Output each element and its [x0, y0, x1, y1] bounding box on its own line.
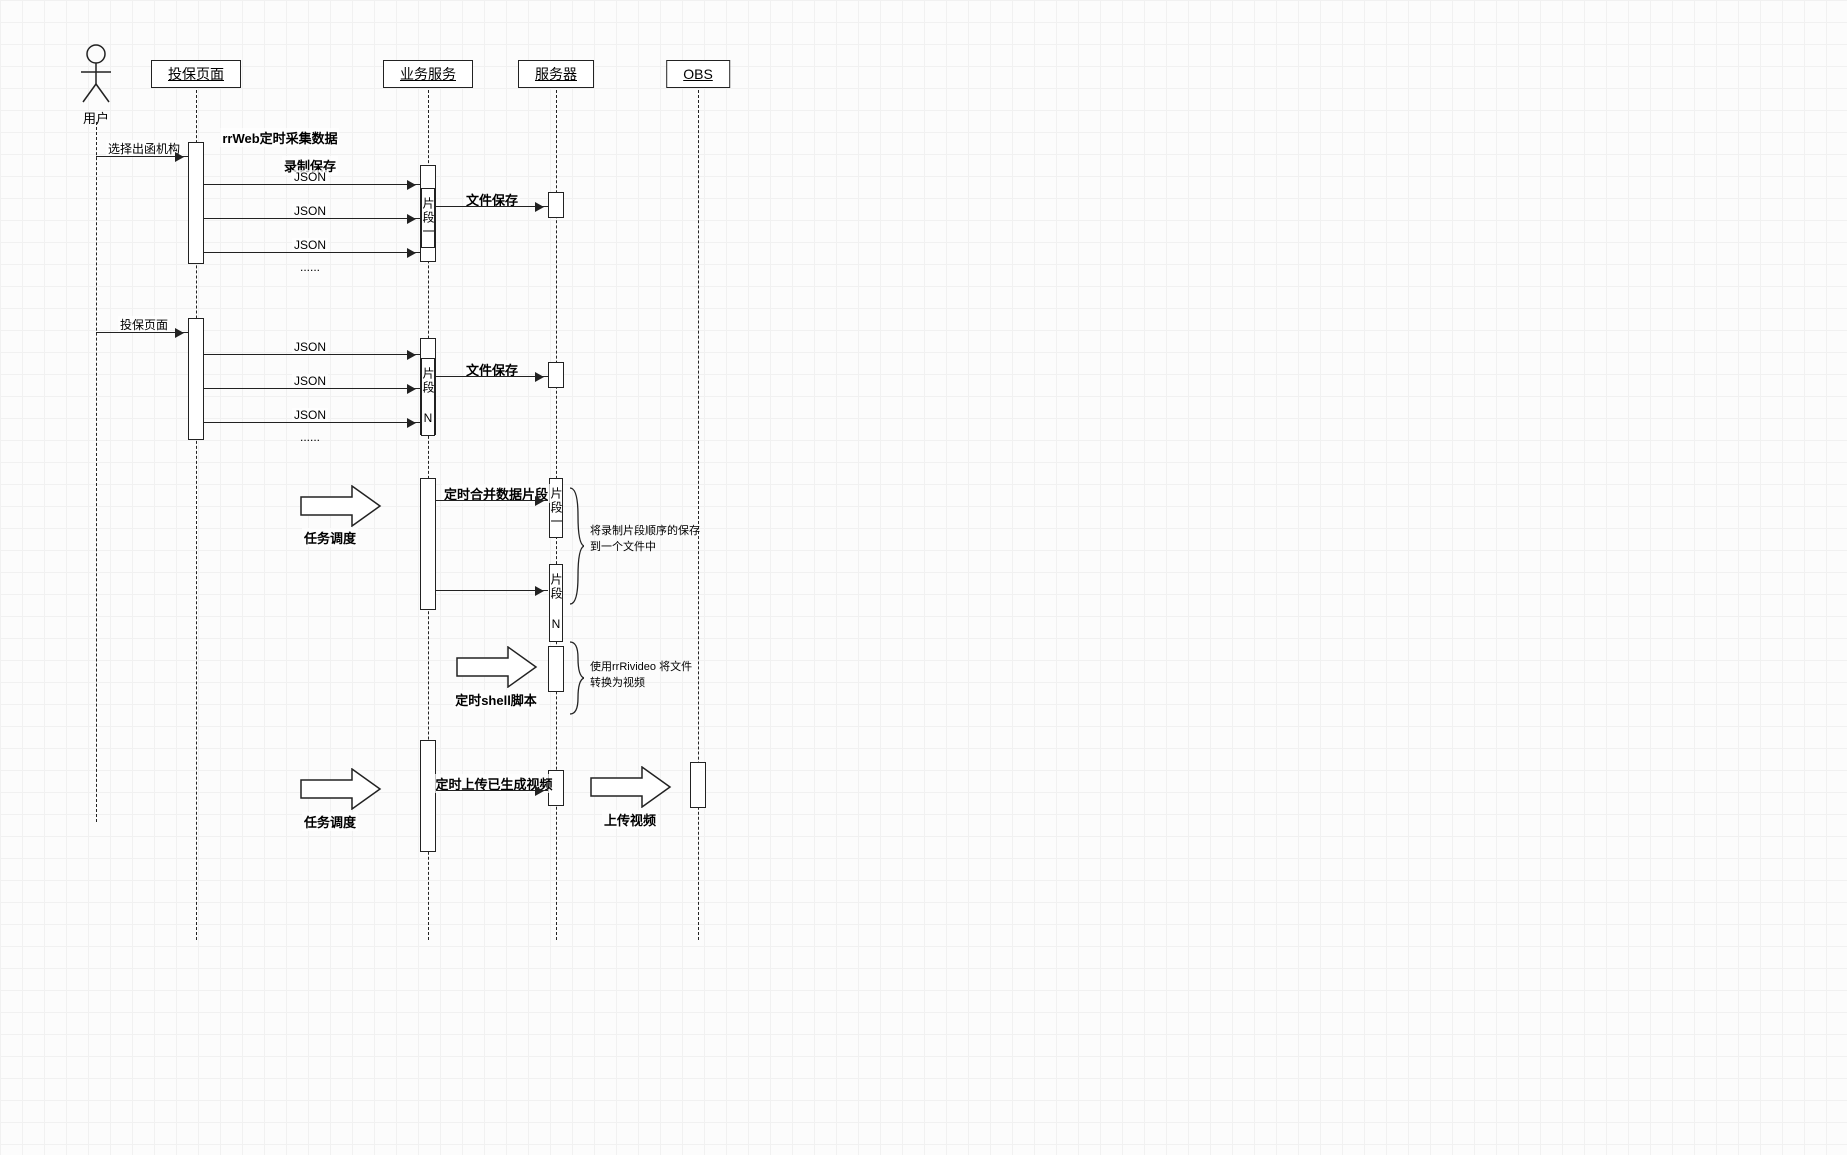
arrow-merge-2: [436, 590, 548, 591]
big-arrow-shell: [456, 646, 538, 693]
arrow-json-2a: [204, 354, 420, 355]
arrow-merge-1: [436, 500, 548, 501]
label-task-2: 任务调度: [302, 812, 358, 831]
label-json-2c: JSON: [292, 408, 328, 422]
label-task-1: 任务调度: [302, 528, 358, 547]
label-json-2a: JSON: [292, 340, 328, 354]
sequence-diagram: 用户 投保页面 业务服务 服务器 OBS rrWeb定时采集数据 选择出函机构 …: [0, 0, 1847, 1155]
label-json-1b: JSON: [292, 204, 328, 218]
arrow-json-1a: [204, 184, 420, 185]
act-service-3: [420, 478, 436, 610]
label-select-org: 选择出函机构: [106, 140, 182, 157]
label-shell: 定时shell脚本: [453, 690, 539, 709]
arrow-insure-page: [96, 332, 188, 333]
arrow-json-2b: [204, 388, 420, 389]
big-arrow-upload: [590, 766, 672, 813]
lane-service: 业务服务: [383, 60, 473, 88]
block-arrow-icon: [590, 766, 672, 808]
note-video: 使用rrRivideo 将文件转换为视频: [590, 658, 700, 690]
block-arrow-icon: [300, 485, 382, 527]
person-icon: [79, 44, 113, 104]
label-upload-video: 上传视频: [602, 810, 658, 829]
arrow-file-save-1: [436, 206, 548, 207]
dots-1: ......: [300, 260, 320, 274]
act-obs-5: [690, 762, 706, 808]
actor-user: 用户: [79, 44, 113, 127]
lane-server: 服务器: [518, 60, 594, 88]
block-arrow-icon: [300, 768, 382, 810]
lane-obs: OBS: [666, 60, 730, 88]
arrow-json-2c: [204, 422, 420, 423]
act-page-2: [188, 318, 204, 440]
big-arrow-task-1: [300, 485, 382, 532]
big-arrow-task-2: [300, 768, 382, 815]
vlabel-seg1b: 片段一: [549, 478, 563, 538]
arrow-select-org: [96, 156, 188, 157]
lifeline-obs: [698, 90, 699, 940]
note-merge: 将录制片段顺序的保存到一个文件中: [590, 522, 700, 554]
label-rrweb: rrWeb定时采集数据: [220, 128, 339, 147]
brace-merge: [568, 486, 584, 606]
block-arrow-icon: [456, 646, 538, 688]
brace-video: [568, 640, 584, 716]
act-server-4: [548, 646, 564, 692]
label-insure-page: 投保页面: [118, 316, 170, 333]
arrow-upload-gen: [436, 790, 548, 791]
lane-page: 投保页面: [151, 60, 241, 88]
label-json-1a: JSON: [292, 170, 328, 184]
act-server-2: [548, 362, 564, 388]
arrow-json-1c: [204, 252, 420, 253]
label-json-1c: JSON: [292, 238, 328, 252]
vlabel-seg1: 片段一: [421, 188, 435, 248]
arrow-json-1b: [204, 218, 420, 219]
act-page-1: [188, 142, 204, 264]
act-server-1: [548, 192, 564, 218]
vlabel-segN: 片段 N: [421, 358, 435, 436]
lifeline-user: [96, 122, 97, 822]
dots-2: ......: [300, 430, 320, 444]
act-service-5: [420, 740, 436, 852]
arrow-file-save-2: [436, 376, 548, 377]
vlabel-segNb: 片段 N: [549, 564, 563, 642]
label-json-2b: JSON: [292, 374, 328, 388]
